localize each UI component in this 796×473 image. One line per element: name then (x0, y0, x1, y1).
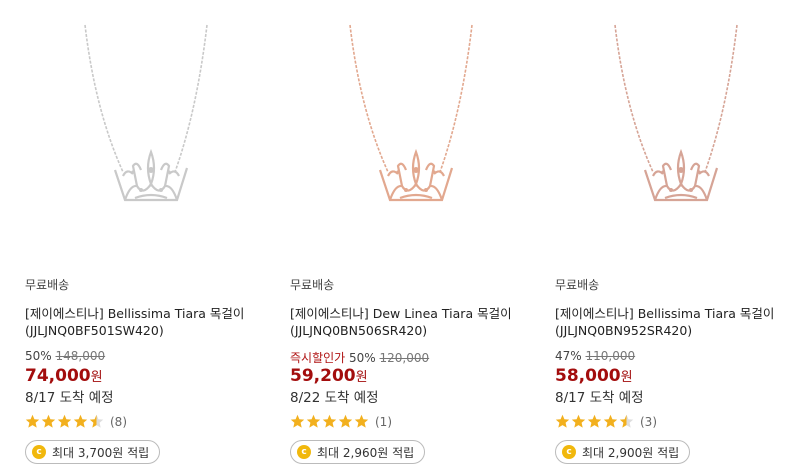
arrival-date: 8/17 도착 예정 (25, 390, 114, 406)
discount-row: 즉시할인가 50% 120,000 (290, 349, 429, 366)
coin-icon: c (562, 445, 576, 459)
product-card[interactable]: 무료배송 [제이에스티나] Bellissima Tiara 목걸이 (JJLJ… (555, 0, 796, 473)
star-rating (25, 414, 105, 429)
star-icon (603, 414, 618, 428)
rating[interactable]: (8) (25, 414, 127, 429)
star-icon (571, 414, 586, 428)
review-count: (1) (375, 414, 392, 429)
star-icon (354, 414, 369, 428)
product-title-link[interactable]: [제이에스티나] Bellissima Tiara 목걸이 (JJLJNQ0BN… (555, 305, 796, 339)
product-code: (JJLJNQ0BN506SR420) (290, 323, 428, 338)
star-icon (322, 414, 337, 428)
star-icon (290, 414, 305, 428)
arrival-date: 8/22 도착 예정 (290, 390, 379, 406)
sale-price-value: 58,000 (555, 366, 621, 386)
review-count: (3) (640, 414, 657, 429)
sale-price: 74,000원 (25, 366, 103, 386)
discount-rate: 47% (555, 349, 582, 363)
discount-rate: 50% (349, 351, 376, 365)
star-rating (290, 414, 370, 429)
star-rating (555, 414, 635, 429)
product-title-link[interactable]: [제이에스티나] Bellissima Tiara 목걸이 (JJLJNQ0BF… (25, 305, 275, 339)
product-code: (JJLJNQ0BF501SW420) (25, 323, 164, 338)
star-icon (25, 414, 40, 428)
product-image[interactable] (545, 0, 796, 262)
points-badge: c 최대 2,960원 적립 (290, 440, 426, 464)
original-price: 110,000 (585, 349, 636, 363)
rating[interactable]: (3) (555, 414, 657, 429)
product-image[interactable] (280, 0, 540, 262)
free-shipping-label: 무료배송 (555, 278, 600, 292)
arrival-date: 8/17 도착 예정 (555, 390, 644, 406)
review-count: (8) (110, 414, 127, 429)
discount-rate: 50% (25, 349, 52, 363)
sale-price-value: 74,000 (25, 366, 91, 386)
star-icon (619, 414, 634, 428)
necklace-illustration (614, 24, 738, 202)
points-badge: c 최대 3,700원 적립 (25, 440, 161, 464)
star-icon (306, 414, 321, 428)
sale-price: 59,200원 (290, 366, 368, 386)
currency-unit: 원 (90, 370, 103, 385)
points-text: 최대 3,700원 적립 (52, 445, 150, 460)
instant-discount-label: 즉시할인가 (290, 351, 346, 365)
product-title: [제이에스티나] Bellissima Tiara 목걸이 (555, 306, 775, 321)
necklace-illustration (84, 24, 208, 202)
product-card[interactable]: 무료배송 [제이에스티나] Dew Linea Tiara 목걸이 (JJLJN… (290, 0, 540, 473)
discount-row: 50% 148,000 (25, 349, 105, 363)
star-icon (57, 414, 72, 428)
product-image[interactable] (15, 0, 275, 262)
coin-icon: c (32, 445, 46, 459)
star-icon (587, 414, 602, 428)
rating[interactable]: (1) (290, 414, 392, 429)
points-text: 최대 2,900원 적립 (582, 445, 680, 460)
original-price: 120,000 (379, 351, 430, 365)
sale-price-value: 59,200 (290, 366, 356, 386)
sale-price: 58,000원 (555, 366, 633, 386)
discount-row: 47% 110,000 (555, 349, 635, 363)
original-price: 148,000 (55, 349, 106, 363)
necklace-illustration (349, 24, 473, 202)
star-icon (73, 414, 88, 428)
product-code: (JJLJNQ0BN952SR420) (555, 323, 693, 338)
points-text: 최대 2,960원 적립 (317, 445, 415, 460)
product-title: [제이에스티나] Bellissima Tiara 목걸이 (25, 306, 245, 321)
star-icon (338, 414, 353, 428)
star-icon (555, 414, 570, 428)
product-grid: 무료배송 [제이에스티나] Bellissima Tiara 목걸이 (JJLJ… (0, 0, 796, 473)
coin-icon: c (297, 445, 311, 459)
product-title-link[interactable]: [제이에스티나] Dew Linea Tiara 목걸이 (JJLJNQ0BN5… (290, 305, 540, 339)
currency-unit: 원 (620, 370, 633, 385)
star-icon (41, 414, 56, 428)
points-badge: c 최대 2,900원 적립 (555, 440, 691, 464)
product-card[interactable]: 무료배송 [제이에스티나] Bellissima Tiara 목걸이 (JJLJ… (25, 0, 275, 473)
free-shipping-label: 무료배송 (290, 278, 335, 292)
product-title: [제이에스티나] Dew Linea Tiara 목걸이 (290, 306, 512, 321)
free-shipping-label: 무료배송 (25, 278, 70, 292)
currency-unit: 원 (355, 370, 368, 385)
star-icon (89, 414, 104, 428)
